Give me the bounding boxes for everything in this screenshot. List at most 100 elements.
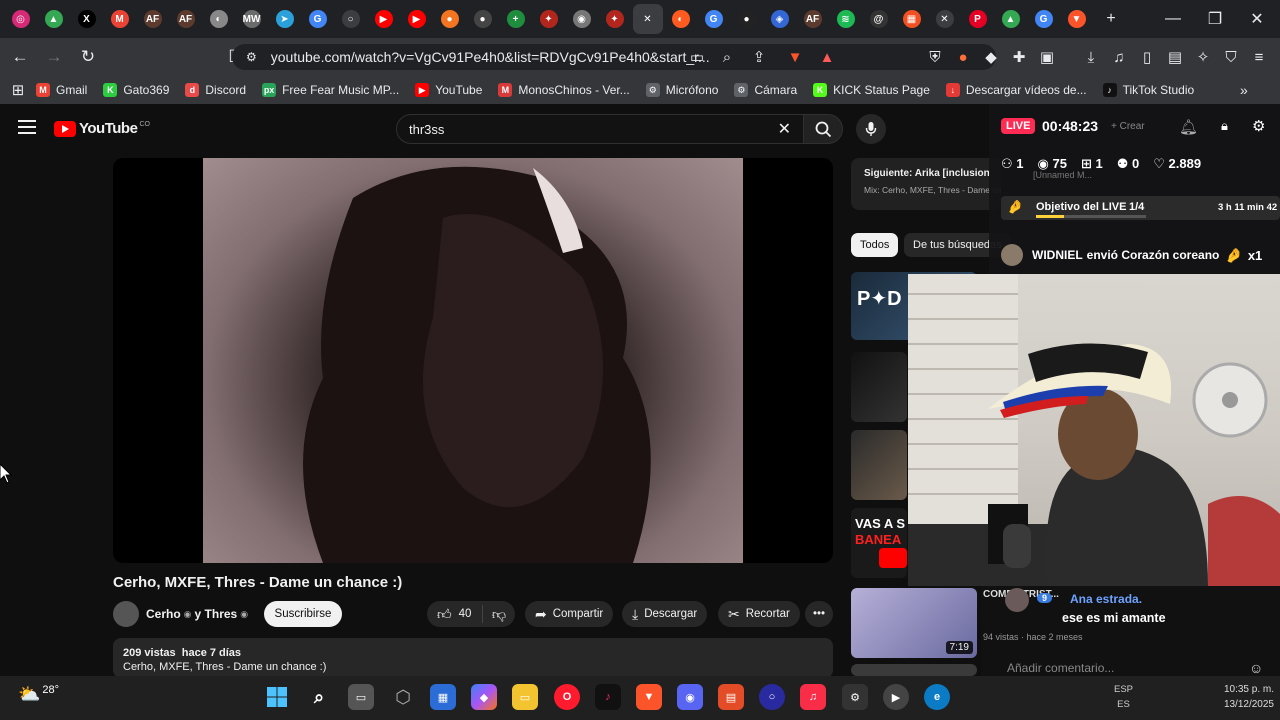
bookmark-gato369[interactable]: K Gato369 [103,83,169,97]
start-icon[interactable] [264,684,290,710]
music-icon[interactable]: ♫ [800,684,826,710]
url-text[interactable]: youtube.com/watch?v=VgCv91Pe4h0&list=RDV… [271,49,710,65]
clear-search-icon[interactable]: ✕ [778,119,791,139]
active-tab[interactable]: ✕ [632,4,663,34]
af-tab-3[interactable]: AF [798,4,828,34]
threads-tab[interactable]: @ [864,4,894,34]
bookmark-descargar-v-deos-de[interactable]: ↓ Descargar vídeos de... [945,83,1087,97]
bookmark-kick-status-page[interactable]: K KICK Status Page [813,83,930,97]
google-tab[interactable]: G [303,4,333,34]
bookmark-gmail[interactable]: M Gmail [36,83,87,97]
create-button[interactable]: + Crear [1111,121,1145,132]
bookmark-monoschinos-ver[interactable]: M MonosChinos - Ver... [498,83,630,97]
minimize-button[interactable]: — [1152,0,1194,38]
menu-icon[interactable]: ≡ [1246,44,1272,70]
spotify-tab[interactable]: ≋ [831,4,861,34]
discord-icon[interactable]: ◉ [677,684,703,710]
weather-widget[interactable]: ⛅ 28° [18,684,59,705]
bookmark-discord[interactable]: d Discord [185,83,246,97]
github-tab[interactable]: ● [468,4,498,34]
recommended-thumbnail-5[interactable]: 7:19 [851,588,977,658]
gmail-tab[interactable]: M [105,4,135,34]
extension-box-icon[interactable]: ▣ [1034,44,1060,70]
subscribe-button[interactable]: Suscribirse [264,601,342,627]
recommended-thumbnail-2[interactable] [851,352,907,422]
zoom-icon[interactable]: ⌕ [714,44,740,70]
language-indicator[interactable]: ESP ES [1114,684,1133,710]
leo-icon[interactable]: ✧ [1190,44,1216,70]
plus-tab[interactable]: + [501,4,531,34]
close-window-button[interactable]: ✕ [1236,0,1278,38]
voice-search-button[interactable] [856,114,886,144]
crunchy-tab[interactable]: ● [435,4,465,34]
search-button[interactable] [803,114,843,144]
chip-all[interactable]: Todos [851,233,899,257]
grey-tab[interactable]: ◉ [567,4,597,34]
new-tab-button[interactable]: + [1090,0,1132,38]
drive-tab[interactable]: ▲ [39,4,69,34]
bookmark-tiktok-studio[interactable]: ♪ TikTok Studio [1102,83,1194,97]
settings-app-icon[interactable]: ⚙ [842,684,868,710]
vpn-icon[interactable]: ⛉ [1218,44,1244,70]
channel-name[interactable]: Cerho [146,607,181,621]
recommended-thumbnail-4[interactable]: VAS A S BANEA [851,508,907,578]
download-icon[interactable]: ⤓ [1078,44,1104,70]
share-icon[interactable]: ⇪ [746,44,772,70]
bookmark-free-fear-music-mp[interactable]: px Free Fear Music MP... [262,83,399,97]
search-input[interactable]: thr3ss ✕ [396,114,804,144]
wallet-icon[interactable]: ▤ [1162,44,1188,70]
taskbar-search-icon[interactable]: ⌕ [306,684,332,710]
chat-username[interactable]: Ana estrada. [1070,592,1142,606]
google-tab-2[interactable]: G [699,4,729,34]
forward-icon[interactable]: → [40,43,68,71]
task-view-icon[interactable]: ▭ [348,684,374,710]
cast-icon[interactable]: ▭ [684,44,710,70]
back-icon[interactable]: ← [6,43,34,71]
extension-shield-icon[interactable]: ⛨ [922,44,948,70]
bookmark-c-mara[interactable]: ⚙ Cámara [734,83,797,97]
recommended-thumbnail-3[interactable] [851,430,907,500]
microsoft-tab[interactable]: ▦ [897,4,927,34]
blue-tab[interactable]: ◈ [765,4,795,34]
mute-tab[interactable]: ✕ [930,4,960,34]
youtube-tab[interactable]: ▶ [369,4,399,34]
extension-diamond-icon[interactable]: ◆ [978,44,1004,70]
red-tab[interactable]: ✦ [534,4,564,34]
drive-tab-2[interactable]: ▲ [996,4,1026,34]
site-info-icon[interactable]: ⚙ [246,50,257,64]
extension-fire-icon[interactable]: ● [950,44,976,70]
download-button[interactable]: ⤓ Descargar [622,601,708,627]
next-in-mix[interactable]: Siguiente: Arika [inclusion Mix: Cerho, … [851,158,1001,210]
clock[interactable]: 10:35 p. m. 13/12/2025 [1196,684,1274,710]
more-actions-button[interactable]: ••• [805,601,833,627]
like-button[interactable]: 👍︎ 40 [427,605,483,623]
more-bookmarks-icon[interactable]: » [1240,82,1248,98]
mw-tab[interactable]: MW [237,4,267,34]
bookmark-micr-fono[interactable]: ⚙ Micrófono [645,83,718,97]
maximize-button[interactable]: ❐ [1194,0,1236,38]
obs-icon[interactable]: ○ [759,684,785,710]
google-tab-3[interactable]: G [1029,4,1059,34]
brave-shield-icon[interactable]: ▼ [782,44,808,70]
lock-icon[interactable]: 🔒︎ [1221,118,1228,134]
clip-button[interactable]: ✂ Recortar [718,601,800,627]
address-bar[interactable]: ⚙ youtube.com/watch?v=VgCv91Pe4h0&list=R… [232,44,996,70]
brave-icon[interactable]: ▼ [636,684,662,710]
recommended-thumbnail-6[interactable] [851,664,977,676]
af-tab[interactable]: AF [138,4,168,34]
copilot-icon[interactable]: ◆ [471,684,497,710]
media-icon[interactable]: ♫ [1106,44,1132,70]
edge-icon[interactable]: e [924,684,950,710]
opera-icon[interactable]: O [554,684,580,710]
store-icon[interactable]: ▦ [430,684,456,710]
orange-tab[interactable]: ◐ [666,4,696,34]
calendar-app-icon[interactable]: ▤ [718,684,744,710]
brave-tab[interactable]: ▼ [1062,4,1092,34]
reload-icon[interactable]: ↻ [74,43,102,71]
af-tab-2[interactable]: AF [171,4,201,34]
description-box[interactable]: 209 vistas hace 7 días Cerho, MXFE, Thre… [113,638,833,678]
youtube-tab-2[interactable]: ▶ [402,4,432,34]
bookmark-youtube[interactable]: ▶ YouTube [415,83,482,97]
tiktok-icon[interactable]: ♪ [595,684,621,710]
github-tab-2[interactable]: ● [732,4,762,34]
